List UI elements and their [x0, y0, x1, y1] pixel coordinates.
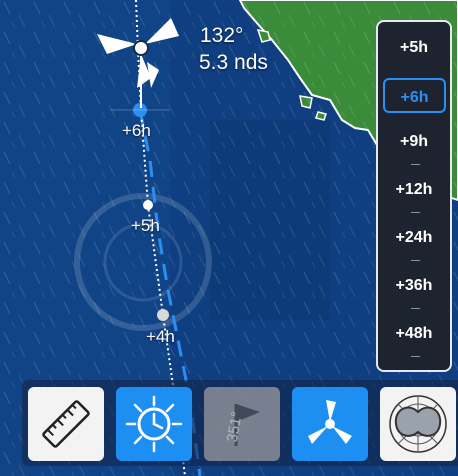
time-horizon-panel: +5h +6h +9h +12h +24h +36h +48h	[376, 20, 452, 372]
time-option-48h[interactable]: +48h	[378, 325, 450, 343]
waypoint-flag-button[interactable]: 351°	[204, 387, 280, 461]
track-point-4h	[157, 309, 169, 321]
flag-icon: 351°	[224, 404, 260, 446]
time-option-5h[interactable]: +5h	[378, 39, 450, 57]
time-option-12h[interactable]: +12h	[378, 181, 450, 199]
time-option-36h[interactable]: +36h	[378, 277, 450, 295]
track-point-5h	[143, 200, 153, 210]
track-label-6h: +6h	[122, 121, 151, 140]
polar-diagram-icon	[389, 395, 447, 453]
time-option-24h[interactable]: +24h	[378, 229, 450, 247]
time-option-9h[interactable]: +9h	[378, 133, 450, 151]
wind-turbine-icon	[308, 400, 352, 444]
sun-clock-icon	[125, 395, 183, 453]
flag-bearing-label: 351°	[224, 410, 246, 444]
divider	[411, 212, 420, 213]
track-label-4h: +4h	[146, 327, 175, 346]
heading-readout: 132°	[200, 24, 244, 47]
wind-button[interactable]	[292, 387, 368, 461]
divider	[411, 164, 420, 165]
speed-readout: 5.3 nds	[199, 51, 268, 74]
time-sun-button[interactable]	[116, 387, 192, 461]
bottom-toolbar: 351°	[22, 380, 458, 466]
divider	[411, 260, 420, 261]
time-option-6h[interactable]: +6h	[383, 78, 446, 113]
ruler-button[interactable]	[28, 387, 104, 461]
track-label-5h: +5h	[131, 216, 160, 235]
divider	[411, 356, 420, 357]
divider	[411, 308, 420, 309]
ruler-icon	[42, 400, 90, 448]
polar-diagram-button[interactable]	[380, 387, 456, 461]
